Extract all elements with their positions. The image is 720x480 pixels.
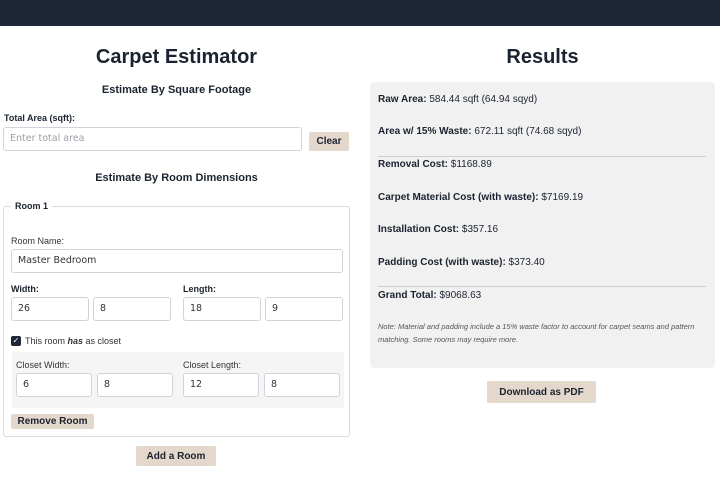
closet-length-inches-input[interactable]: 8 bbox=[264, 373, 340, 397]
square-footage-heading: Estimate By Square Footage bbox=[101, 84, 252, 96]
closet-length-label: Closet Length: bbox=[183, 360, 242, 370]
results-panel: Raw Area: 584.44 sqft (64.94 sqyd) Area … bbox=[370, 82, 715, 368]
length-inches-input[interactable]: 9 bbox=[265, 297, 343, 321]
length-feet-input[interactable]: 18 bbox=[183, 297, 261, 321]
download-pdf-button[interactable]: Download as PDF bbox=[487, 381, 596, 403]
width-label: Width: bbox=[11, 284, 39, 294]
closet-checkbox[interactable]: ✓ bbox=[11, 336, 21, 346]
page-title: Carpet Estimator bbox=[95, 46, 258, 68]
total-area-input[interactable]: Enter total area bbox=[3, 127, 302, 151]
room-name-label: Room Name: bbox=[11, 236, 65, 246]
room-name-input[interactable]: Master Bedroom bbox=[11, 249, 343, 273]
material-cost-line: Carpet Material Cost (with waste): $7169… bbox=[378, 192, 584, 203]
length-label: Length: bbox=[183, 284, 216, 294]
remove-room-button[interactable]: Remove Room bbox=[11, 414, 94, 429]
width-feet-input[interactable]: 26 bbox=[11, 297, 89, 321]
padding-cost-line: Padding Cost (with waste): $373.40 bbox=[378, 257, 545, 268]
results-divider-1 bbox=[378, 156, 706, 157]
results-title: Results bbox=[506, 46, 579, 68]
installation-cost-line: Installation Cost: $357.16 bbox=[378, 224, 499, 235]
removal-cost-line: Removal Cost: $1168.89 bbox=[378, 159, 492, 170]
raw-area-line: Raw Area: 584.44 sqft (64.94 sqyd) bbox=[378, 94, 538, 105]
waste-note: Note: Material and padding include a 15%… bbox=[378, 322, 695, 344]
closet-width-inches-input[interactable]: 8 bbox=[97, 373, 173, 397]
results-divider-2 bbox=[378, 286, 706, 287]
closet-checkbox-label: This room has as closet bbox=[25, 336, 122, 346]
room-dimensions-heading: Estimate By Room Dimensions bbox=[95, 172, 258, 184]
waste-area-line: Area w/ 15% Waste: 672.11 sqft (74.68 sq… bbox=[378, 126, 582, 137]
closet-width-label: Closet Width: bbox=[16, 360, 70, 370]
closet-width-feet-input[interactable]: 6 bbox=[16, 373, 92, 397]
grand-total-line: Grand Total: $9068.63 bbox=[378, 290, 482, 301]
top-bar bbox=[0, 0, 720, 26]
room-1-fieldset: Room 1 Room Name: Master Bedroom Width: … bbox=[3, 201, 350, 437]
total-area-label: Total Area (sqft): bbox=[4, 113, 75, 123]
closet-length-feet-input[interactable]: 12 bbox=[183, 373, 259, 397]
clear-button[interactable]: Clear bbox=[309, 132, 349, 151]
width-inches-input[interactable]: 8 bbox=[93, 297, 171, 321]
closet-section: Closet Width: 6 8 Closet Length: 12 8 bbox=[12, 352, 344, 408]
add-room-button[interactable]: Add a Room bbox=[136, 446, 216, 466]
room-1-legend: Room 1 bbox=[11, 201, 53, 211]
